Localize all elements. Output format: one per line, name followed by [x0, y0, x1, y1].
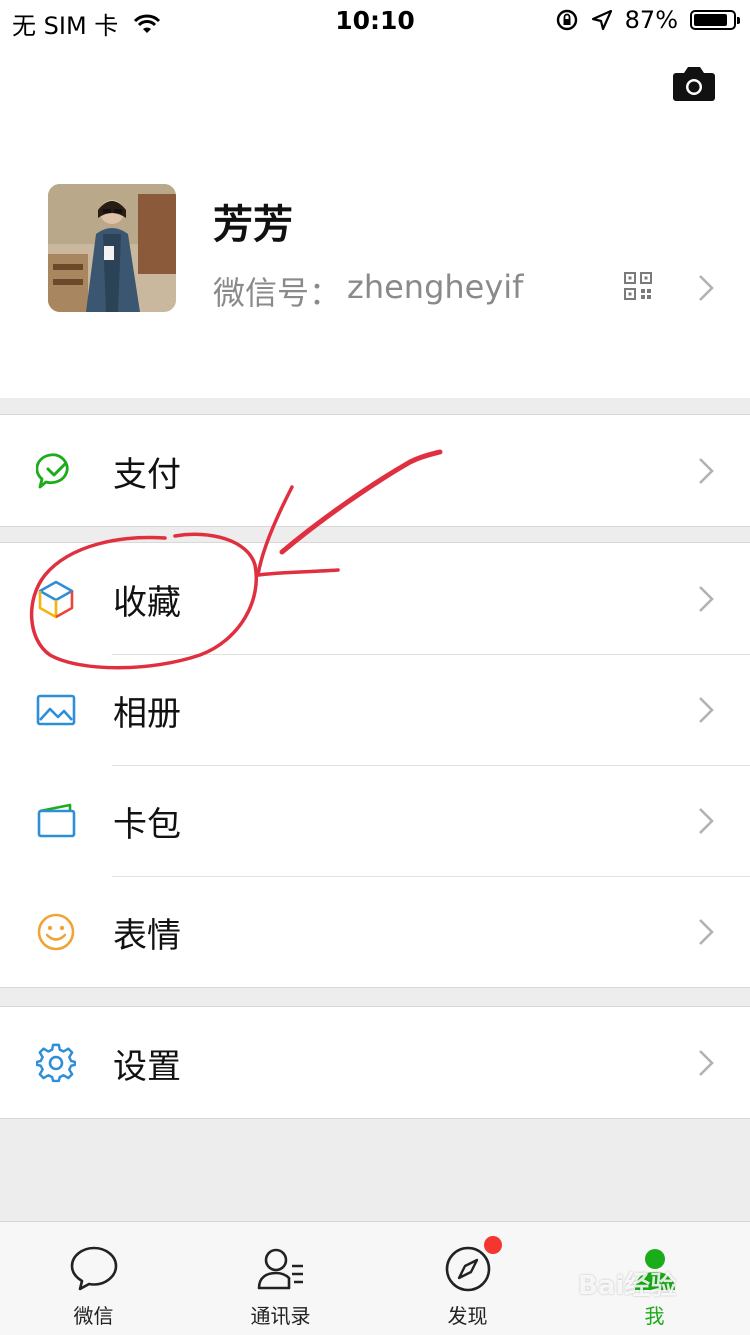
chevron-right-icon: [699, 919, 714, 945]
menu-label-settings: 设置: [113, 1047, 181, 1087]
camera-icon[interactable]: [672, 66, 716, 102]
chevron-right-icon: [699, 458, 714, 484]
discover-badge: [484, 1236, 502, 1254]
wechat-id: 微信号： zhengheyif: [213, 268, 523, 314]
menu-item-settings[interactable]: 设置: [0, 1007, 750, 1118]
profile-name: 芳芳: [213, 202, 293, 248]
card-wallet-icon: [37, 803, 76, 838]
menu-item-album[interactable]: 相册: [0, 654, 750, 765]
tab-discover[interactable]: 发现: [374, 1222, 561, 1335]
chevron-right-icon: [699, 808, 714, 834]
menu-label-favorites: 收藏: [113, 583, 181, 623]
wechat-id-label: 微信号：: [213, 274, 342, 312]
tab-contacts[interactable]: 通讯录: [187, 1222, 374, 1335]
contacts-person-icon: [257, 1248, 303, 1290]
menu-item-cards[interactable]: 卡包: [0, 765, 750, 876]
profile-header[interactable]: 芳芳 微信号： zhengheyif: [0, 40, 750, 398]
menu-label-pay: 支付: [113, 455, 181, 495]
menu-group-settings: 设置: [0, 1006, 750, 1119]
smiley-face-icon: [37, 913, 75, 951]
menu-group-pay: 支付: [0, 414, 750, 527]
menu-item-favorites[interactable]: 收藏: [0, 543, 750, 654]
compass-icon: [445, 1246, 490, 1292]
location-arrow-icon: [591, 9, 612, 31]
tab-label-me: 我: [644, 1304, 665, 1328]
menu-item-stickers[interactable]: 表情: [0, 876, 750, 987]
chevron-right-icon: [699, 586, 714, 612]
album-picture-icon: [36, 694, 76, 726]
tab-chats[interactable]: 微信: [0, 1222, 187, 1335]
chevron-right-icon: [699, 1050, 714, 1076]
tab-label-contacts: 通讯录: [250, 1304, 311, 1328]
pay-icon: [36, 453, 69, 489]
gear-icon: [36, 1043, 76, 1083]
rotation-lock-icon: [556, 9, 577, 31]
menu-label-album: 相册: [113, 694, 181, 734]
wechat-id-value: zhengheyif: [347, 268, 524, 306]
tab-label-chats: 微信: [73, 1304, 114, 1328]
watermark: Bai经验: [578, 1271, 677, 1301]
chevron-right-icon: [699, 697, 714, 723]
tab-label-discover: 发现: [447, 1304, 488, 1328]
qr-code-icon[interactable]: [624, 272, 652, 300]
chat-bubble-icon: [70, 1246, 117, 1291]
menu-label-stickers: 表情: [113, 916, 181, 956]
battery-icon: [690, 10, 740, 30]
battery-percent: 87%: [624, 6, 678, 34]
menu-group-main: 收藏 相册 卡包 表情: [0, 542, 750, 988]
chevron-right-icon: [699, 275, 714, 301]
favorites-cube-icon: [38, 580, 74, 619]
status-bar: 无 SIM 卡 10:10 87%: [0, 0, 750, 40]
battery-level: [694, 14, 728, 26]
menu-label-cards: 卡包: [113, 805, 181, 845]
avatar[interactable]: [48, 184, 176, 312]
menu-item-pay[interactable]: 支付: [0, 415, 750, 526]
